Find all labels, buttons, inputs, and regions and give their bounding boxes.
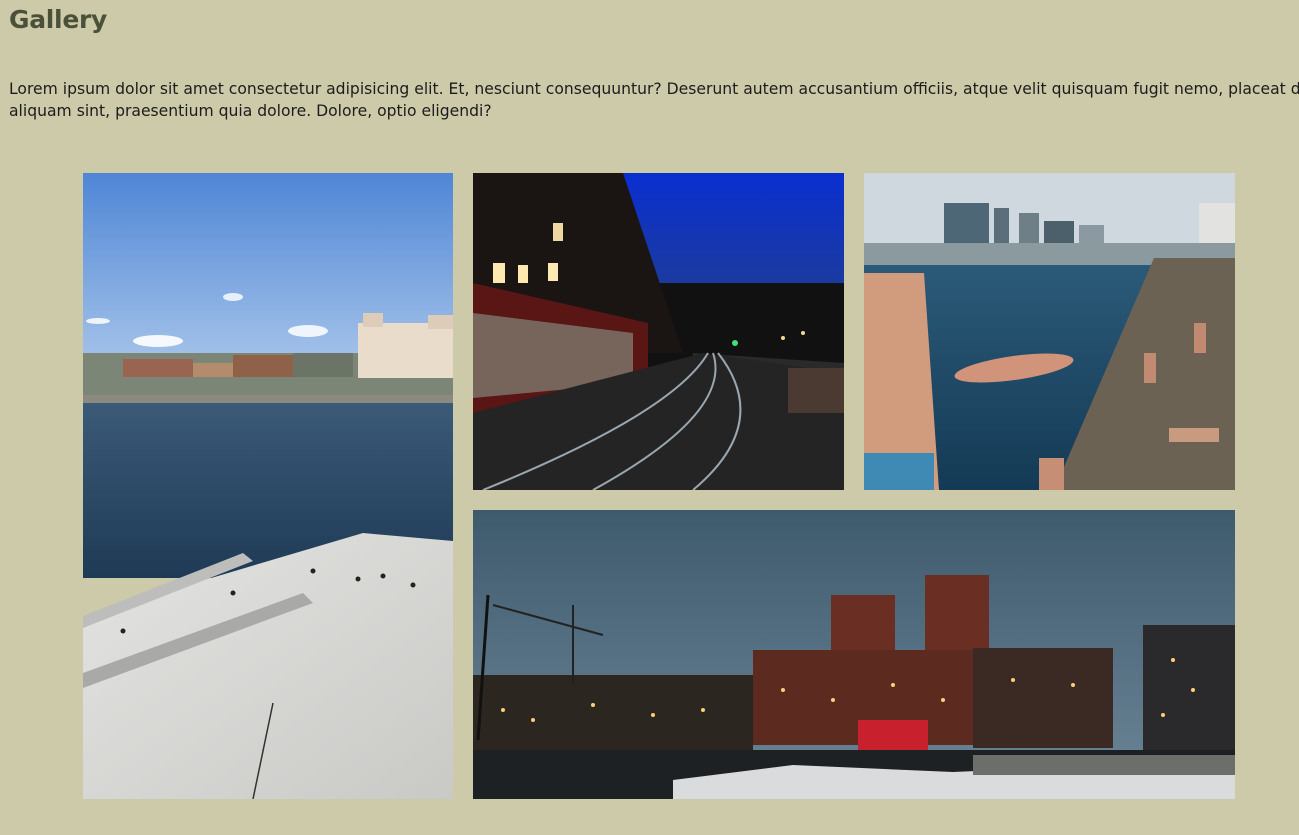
tram-street-photo bbox=[473, 173, 844, 490]
page-title: Gallery bbox=[9, 5, 108, 34]
gallery-page: Gallery Lorem ipsum dolor sit amet conse… bbox=[0, 0, 1299, 835]
gallery-image-harbor[interactable] bbox=[83, 173, 453, 799]
gallery-image-harbor-pier[interactable] bbox=[864, 173, 1235, 490]
gallery-image-city-hall[interactable] bbox=[473, 510, 1235, 799]
gallery-image-tram-street[interactable] bbox=[473, 173, 844, 490]
city-hall-photo bbox=[473, 510, 1235, 799]
intro-paragraph: Lorem ipsum dolor sit amet consectetur a… bbox=[9, 80, 1299, 120]
harbor-photo bbox=[83, 173, 453, 799]
harbor-pier-photo bbox=[864, 173, 1235, 490]
